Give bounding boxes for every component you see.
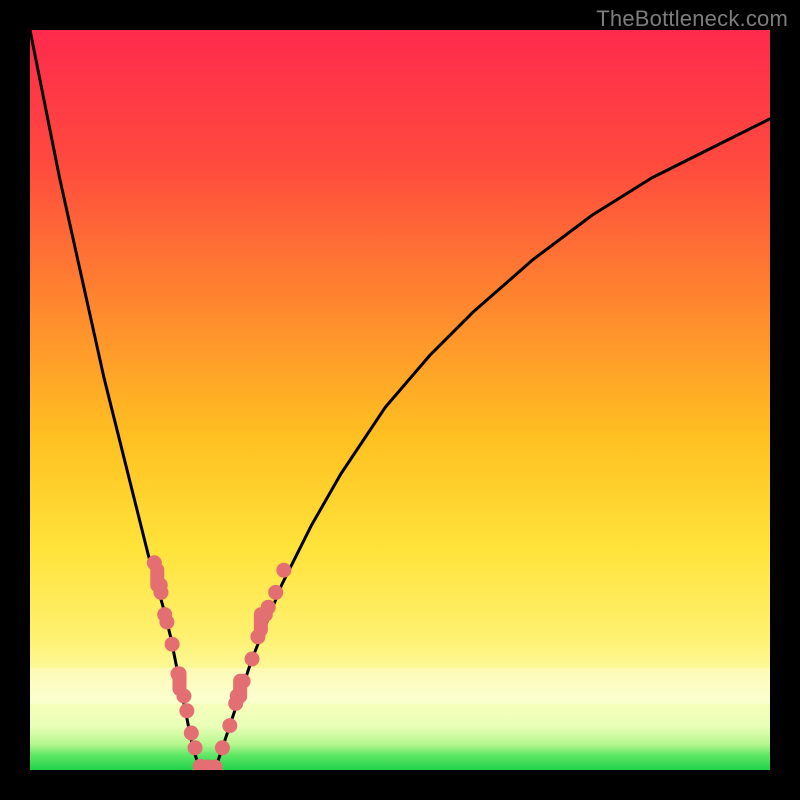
curve-marker-dot <box>236 674 251 689</box>
curve-marker-dot <box>147 555 162 570</box>
curve-marker-dot <box>153 585 168 600</box>
plot-area <box>30 30 770 770</box>
watermark-text: TheBottleneck.com <box>596 6 788 32</box>
curve-marker-dot <box>179 703 194 718</box>
curve-marker-dot <box>165 637 180 652</box>
curve-marker-dot <box>230 689 245 704</box>
curve-marker-dot <box>159 615 174 630</box>
curve-layer <box>30 30 770 770</box>
outer-frame: TheBottleneck.com <box>0 0 800 800</box>
curve-marker-dot <box>215 740 230 755</box>
curve-marker-dot <box>171 666 186 681</box>
curve-marker-dot <box>276 563 291 578</box>
bottleneck-curve <box>30 30 770 770</box>
curve-marker-dot <box>268 585 283 600</box>
curve-marker-dot <box>176 689 191 704</box>
curve-marker-dot <box>261 600 276 615</box>
curve-marker-dot <box>184 726 199 741</box>
curve-marker-dot <box>188 740 203 755</box>
curve-marker-dot <box>250 629 265 644</box>
curve-marker-dot <box>222 718 237 733</box>
curve-marker-dot <box>245 652 260 667</box>
